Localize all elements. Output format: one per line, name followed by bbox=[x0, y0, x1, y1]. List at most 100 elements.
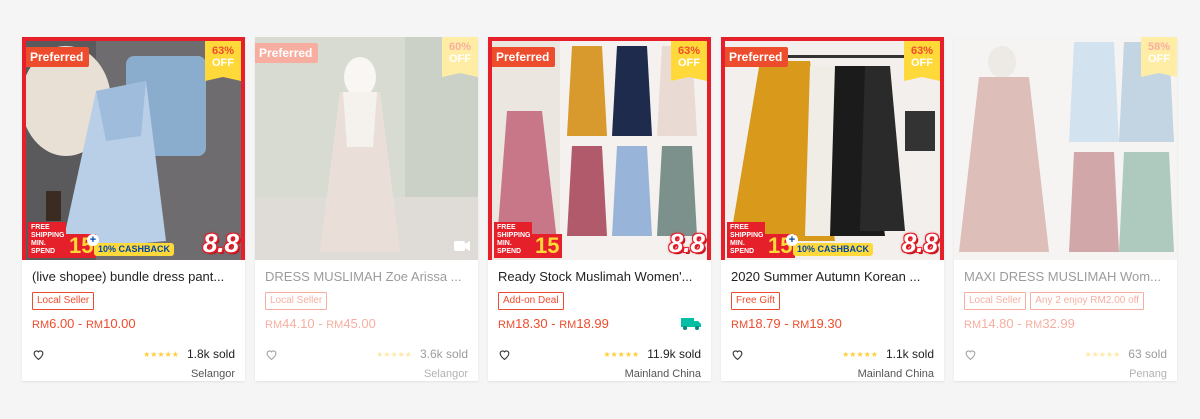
heart-icon[interactable] bbox=[964, 348, 977, 361]
sold-count: 11.9k sold bbox=[647, 347, 701, 361]
badge-row: Add-on Deal bbox=[498, 292, 701, 310]
heart-icon[interactable] bbox=[32, 348, 45, 361]
product-grid: Preferred 63% OFF FREE SHIPPING MIN. SPE… bbox=[22, 37, 1177, 381]
price-low: 6.00 bbox=[49, 315, 75, 331]
price-low: 44.10 bbox=[282, 315, 315, 331]
discount-percent: 63% bbox=[211, 45, 235, 57]
cashback-label: 10% CASHBACK bbox=[793, 243, 874, 256]
product-card[interactable]: 58% OFF MAXI DRESS MUSLIMAH Wom... Local… bbox=[954, 37, 1177, 381]
video-icon bbox=[454, 241, 470, 251]
seller-badge: Local Seller bbox=[32, 292, 95, 310]
heart-icon[interactable] bbox=[498, 348, 511, 361]
price-high: 10.00 bbox=[103, 315, 136, 331]
currency-label: RM bbox=[32, 318, 50, 331]
rating-stars: ★★★★★ bbox=[603, 349, 640, 359]
free-shipping-icon bbox=[681, 318, 701, 330]
bundle-deal-badge: Any 2 enjoy RM2.00 off bbox=[1030, 292, 1145, 310]
product-image[interactable]: Preferred 60% OFF bbox=[255, 37, 478, 260]
seller-badge: Local Seller bbox=[964, 292, 1027, 310]
currency-label: RM bbox=[792, 318, 810, 331]
badge-row: Free Gift bbox=[731, 292, 934, 310]
product-image[interactable]: Preferred 63% OFF FREE SHIPPING MIN. SPE… bbox=[488, 37, 711, 260]
free-shipping-label: FREE SHIPPING MIN. SPEND bbox=[727, 222, 765, 258]
cashback-label: 10% CASHBACK bbox=[94, 243, 175, 256]
price-high: 19.30 bbox=[809, 315, 842, 331]
price-range: RM44.10 - RM45.00 bbox=[265, 316, 376, 331]
badge-row: Local Seller bbox=[265, 292, 468, 310]
event-logo: 8.8 bbox=[901, 228, 938, 258]
shop-location: Mainland China bbox=[624, 368, 701, 380]
discount-badge: 63% OFF bbox=[671, 41, 707, 81]
price-separator: - bbox=[547, 315, 560, 331]
event-logo: 8.8 bbox=[202, 228, 239, 258]
product-title[interactable]: (live shopee) bundle dress pant... bbox=[32, 268, 235, 286]
plus-icon: + bbox=[87, 234, 99, 246]
product-card[interactable]: Preferred 60% OFF DRESS MUSLIMAH Zoe Ari… bbox=[255, 37, 478, 381]
price-range: RM18.79 - RM19.30 bbox=[731, 316, 842, 331]
discount-off-label: OFF bbox=[449, 53, 471, 65]
product-title[interactable]: Ready Stock Muslimah Women'... bbox=[498, 268, 701, 286]
product-title[interactable]: 2020 Summer Autumn Korean ... bbox=[731, 268, 934, 286]
preferred-label: Preferred bbox=[255, 43, 319, 67]
promo-banner: FREE SHIPPING MIN. SPEND 15 8.8 bbox=[492, 222, 707, 260]
price-low: 14.80 bbox=[981, 315, 1014, 331]
product-image[interactable]: Preferred 63% OFF FREE SHIPPING MIN. SPE… bbox=[721, 37, 944, 260]
rating-stars: ★★★★★ bbox=[842, 349, 878, 359]
currency-label: RM bbox=[85, 318, 104, 331]
discount-badge: 63% OFF bbox=[904, 41, 940, 81]
rating-stars: ★★★★★ bbox=[143, 349, 179, 359]
price-range: RM18.30 - RM18.99 bbox=[498, 316, 609, 331]
product-title[interactable]: MAXI DRESS MUSLIMAH Wom... bbox=[964, 268, 1167, 286]
price-high: 32.99 bbox=[1042, 315, 1075, 331]
sold-count: 1.1k sold bbox=[885, 347, 934, 361]
min-spend-value: 15 bbox=[532, 234, 563, 258]
discount-badge: 60% OFF bbox=[442, 37, 478, 77]
seller-badge: Local Seller bbox=[265, 292, 328, 310]
currency-label: RM bbox=[559, 318, 577, 331]
rating-stars: ★★★★★ bbox=[1084, 349, 1121, 359]
product-card[interactable]: Preferred 63% OFF FREE SHIPPING MIN. SPE… bbox=[721, 37, 944, 381]
shop-location: Penang bbox=[1129, 368, 1167, 380]
price-range: RM14.80 - RM32.99 bbox=[964, 316, 1075, 331]
currency-label: RM bbox=[265, 318, 283, 331]
discount-percent: 63% bbox=[677, 45, 701, 57]
product-image[interactable]: Preferred 63% OFF FREE SHIPPING MIN. SPE… bbox=[22, 37, 245, 260]
product-title[interactable]: DRESS MUSLIMAH Zoe Arissa ... bbox=[265, 268, 468, 286]
product-card[interactable]: Preferred 63% OFF FREE SHIPPING MIN. SPE… bbox=[22, 37, 245, 381]
heart-icon[interactable] bbox=[265, 348, 278, 361]
discount-badge: 58% OFF bbox=[1141, 37, 1177, 77]
free-gift-badge: Free Gift bbox=[731, 292, 780, 310]
price-separator: - bbox=[780, 315, 793, 331]
product-card[interactable]: Preferred 63% OFF FREE SHIPPING MIN. SPE… bbox=[488, 37, 711, 381]
discount-off-label: OFF bbox=[1148, 53, 1170, 65]
badge-row: Local Seller bbox=[32, 292, 235, 310]
currency-label: RM bbox=[1025, 318, 1043, 331]
discount-percent: 60% bbox=[448, 41, 472, 53]
price-separator: - bbox=[1013, 315, 1026, 331]
event-logo: 8.8 bbox=[668, 228, 705, 258]
free-shipping-label: FREE SHIPPING MIN. SPEND bbox=[28, 222, 66, 258]
currency-label: RM bbox=[326, 318, 344, 331]
price-high: 45.00 bbox=[343, 315, 376, 331]
currency-label: RM bbox=[498, 318, 516, 331]
product-image[interactable]: 58% OFF bbox=[954, 37, 1177, 260]
heart-icon[interactable] bbox=[731, 348, 744, 361]
currency-label: RM bbox=[731, 318, 749, 331]
add-on-deal-badge: Add-on Deal bbox=[498, 292, 564, 310]
sold-count: 1.8k sold bbox=[186, 347, 235, 361]
shop-location: Selangor bbox=[190, 368, 235, 380]
price-separator: - bbox=[74, 315, 86, 331]
free-shipping-label: FREE SHIPPING MIN. SPEND bbox=[494, 222, 532, 258]
promo-banner: FREE SHIPPING MIN. SPEND 15 + 10% CASHBA… bbox=[725, 222, 940, 260]
preferred-label: Preferred bbox=[26, 47, 90, 71]
shop-location: Mainland China bbox=[857, 368, 934, 380]
promo-banner: FREE SHIPPING MIN. SPEND 15 + 10% CASHBA… bbox=[26, 222, 241, 260]
discount-off-label: OFF bbox=[911, 57, 933, 69]
price-separator: - bbox=[314, 315, 327, 331]
plus-icon: + bbox=[786, 234, 798, 246]
price-range: RM6.00 - RM10.00 bbox=[32, 316, 136, 331]
price-low: 18.30 bbox=[515, 315, 548, 331]
badge-row: Local Seller Any 2 enjoy RM2.00 off bbox=[964, 292, 1167, 310]
preferred-label: Preferred bbox=[492, 47, 556, 71]
discount-off-label: OFF bbox=[212, 57, 234, 69]
